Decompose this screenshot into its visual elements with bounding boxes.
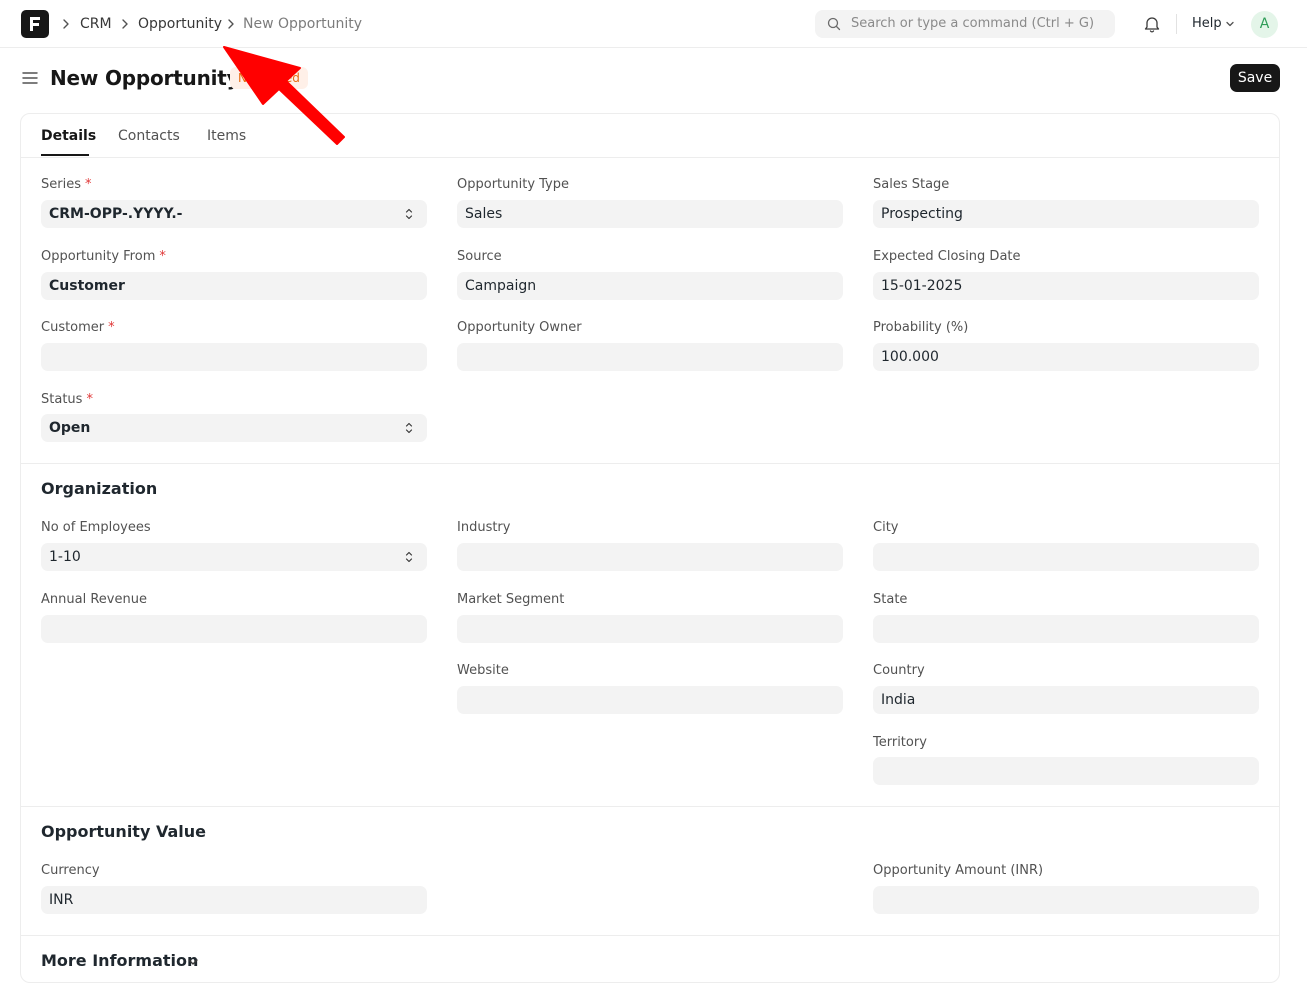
section-divider	[21, 463, 1279, 464]
territory-field[interactable]	[873, 757, 1259, 785]
probability-value: 100.000	[881, 349, 939, 365]
sales-stage-value: Prospecting	[881, 206, 963, 222]
country-label: Country	[873, 663, 925, 678]
expected-closing-date-field[interactable]: 15-01-2025	[873, 272, 1259, 300]
opportunity-from-label: Opportunity From *	[41, 249, 166, 264]
state-label: State	[873, 592, 908, 607]
expected-closing-date-value: 15-01-2025	[881, 278, 963, 294]
breadcrumb-separator-icon	[228, 19, 234, 29]
page-title: New Opportunity	[50, 66, 240, 90]
select-arrows-icon	[405, 551, 413, 563]
currency-value: INR	[49, 892, 74, 908]
country-field[interactable]: India	[873, 686, 1259, 714]
expected-closing-date-label: Expected Closing Date	[873, 249, 1021, 264]
website-label: Website	[457, 663, 509, 678]
source-label: Source	[457, 249, 502, 264]
search-input[interactable]: Search or type a command (Ctrl + G)	[815, 10, 1115, 38]
status-badge: Not Saved	[230, 67, 308, 89]
help-menu-button[interactable]: Help	[1192, 16, 1222, 32]
city-field[interactable]	[873, 543, 1259, 571]
website-field[interactable]	[457, 686, 843, 714]
market-segment-label: Market Segment	[457, 592, 565, 607]
required-marker: *	[84, 177, 92, 192]
market-segment-field[interactable]	[457, 615, 843, 643]
section-divider	[21, 935, 1279, 936]
currency-field[interactable]: INR	[41, 886, 427, 914]
customer-field[interactable]	[41, 343, 427, 371]
select-arrows-icon	[405, 208, 413, 220]
search-placeholder: Search or type a command (Ctrl + G)	[851, 16, 1095, 31]
tab-contacts[interactable]: Contacts	[118, 128, 180, 145]
sidebar-toggle-icon[interactable]	[22, 70, 38, 86]
breadcrumb-separator-icon	[122, 19, 128, 29]
notification-bell-icon[interactable]	[1144, 15, 1160, 33]
country-value: India	[881, 692, 916, 708]
no-of-employees-value: 1-10	[49, 549, 81, 565]
top-navbar: CRM Opportunity New Opportunity Search o…	[0, 0, 1307, 48]
opportunity-amount-field[interactable]	[873, 886, 1259, 914]
breadcrumb-opportunity[interactable]: Opportunity	[138, 15, 222, 33]
probability-field[interactable]: 100.000	[873, 343, 1259, 371]
probability-label: Probability (%)	[873, 320, 969, 335]
customer-label: Customer *	[41, 320, 115, 335]
required-marker: *	[86, 392, 93, 407]
opportunity-owner-field[interactable]	[457, 343, 843, 371]
select-arrows-icon	[405, 422, 413, 434]
annual-revenue-field[interactable]	[41, 615, 427, 643]
series-label: Series *	[41, 177, 92, 192]
territory-label: Territory	[873, 735, 927, 750]
opportunity-type-field[interactable]: Sales	[457, 200, 843, 228]
search-icon	[827, 17, 841, 31]
annual-revenue-label: Annual Revenue	[41, 592, 147, 607]
status-value: Open	[49, 420, 91, 436]
no-of-employees-label: No of Employees	[41, 520, 151, 535]
opportunity-type-value: Sales	[465, 206, 503, 222]
chevron-down-icon[interactable]	[186, 957, 200, 967]
required-marker: *	[108, 320, 115, 335]
currency-label: Currency	[41, 863, 100, 878]
chevron-down-icon[interactable]	[1225, 20, 1235, 28]
industry-field[interactable]	[457, 543, 843, 571]
no-of-employees-select[interactable]: 1-10	[41, 543, 427, 571]
sales-stage-label: Sales Stage	[873, 177, 950, 192]
section-divider	[21, 806, 1279, 807]
form-tabs: Details Contacts Items	[21, 114, 1279, 158]
status-label: Status *	[41, 392, 93, 407]
opportunity-amount-label: Opportunity Amount (INR)	[873, 863, 1044, 878]
opportunity-from-field[interactable]: Customer	[41, 272, 427, 300]
opportunity-from-value: Customer	[49, 278, 125, 294]
source-field[interactable]: Campaign	[457, 272, 843, 300]
breadcrumb-current: New Opportunity	[243, 16, 362, 32]
opportunity-type-label: Opportunity Type	[457, 177, 570, 192]
series-select[interactable]: CRM-OPP-.YYYY.-	[41, 200, 427, 228]
tab-details[interactable]: Details	[41, 128, 96, 145]
city-label: City	[873, 520, 899, 535]
series-value: CRM-OPP-.YYYY.-	[49, 206, 183, 222]
source-value: Campaign	[465, 278, 537, 294]
active-tab-indicator	[41, 154, 89, 156]
opportunity-value-section-title: Opportunity Value	[41, 822, 206, 841]
form-card: Details Contacts Items Series * CRM-OPP-.…	[20, 113, 1280, 983]
required-marker: *	[159, 249, 166, 264]
organization-section-title: Organization	[41, 479, 158, 498]
app-logo-icon[interactable]	[21, 10, 49, 38]
more-information-toggle[interactable]: More Information	[41, 951, 198, 971]
sales-stage-field[interactable]: Prospecting	[873, 200, 1259, 228]
state-field[interactable]	[873, 615, 1259, 643]
tab-items[interactable]: Items	[207, 128, 246, 145]
opportunity-owner-label: Opportunity Owner	[457, 320, 582, 335]
save-button[interactable]: Save	[1230, 64, 1280, 92]
industry-label: Industry	[457, 520, 511, 535]
user-avatar[interactable]: A	[1251, 11, 1278, 38]
breadcrumb-crm[interactable]: CRM	[80, 15, 112, 33]
breadcrumb-separator-icon	[63, 19, 69, 29]
status-select[interactable]: Open	[41, 414, 427, 442]
navbar-divider	[1176, 14, 1177, 34]
